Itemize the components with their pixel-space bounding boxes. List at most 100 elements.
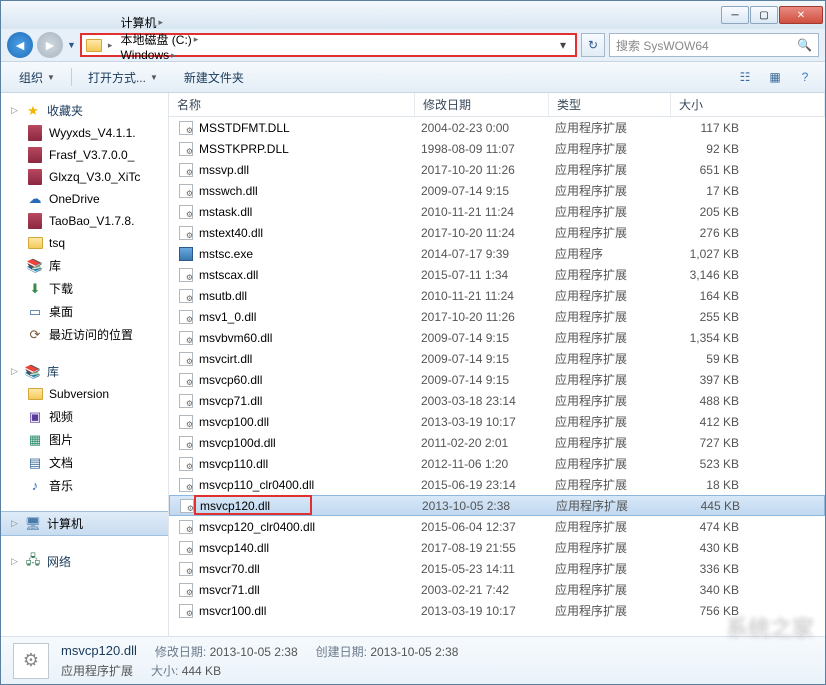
breadcrumb-sep[interactable]: ▸ (106, 40, 115, 51)
close-button[interactable]: ✕ (779, 6, 823, 24)
file-row[interactable]: msvcp120_clr0400.dll2015-06-04 12:37应用程序… (169, 516, 825, 537)
file-icon (177, 456, 195, 472)
file-name: msvcp120_clr0400.dll (195, 520, 421, 534)
organize-button[interactable]: 组织▼ (9, 65, 65, 90)
file-row[interactable]: msswch.dll2009-07-14 9:15应用程序扩展17 KB (169, 180, 825, 201)
sidebar-network[interactable]: ▷🖧网络 (1, 550, 168, 573)
sidebar-item[interactable]: TaoBao_V1.7.8. (1, 210, 168, 232)
file-name: msvcp71.dll (195, 394, 421, 408)
back-button[interactable]: ◄ (7, 32, 33, 58)
file-row[interactable]: MSSTDFMT.DLL2004-02-23 0:00应用程序扩展117 KB (169, 117, 825, 138)
file-type: 应用程序扩展 (555, 329, 677, 346)
sidebar-item[interactable]: ⬇下载 (1, 277, 168, 300)
file-size: 255 KB (677, 310, 747, 324)
file-row[interactable]: msv1_0.dll2017-10-20 11:26应用程序扩展255 KB (169, 306, 825, 327)
sidebar-item[interactable]: ⟳最近访问的位置 (1, 323, 168, 346)
address-bar[interactable]: ▸ 计算机 ▸本地磁盘 (C:) ▸Windows ▸SysWOW64 ▸ ▾ (80, 33, 577, 57)
file-row[interactable]: msvcirt.dll2009-07-14 9:15应用程序扩展59 KB (169, 348, 825, 369)
sidebar-item[interactable]: Wyyxds_V4.1.1. (1, 122, 168, 144)
file-row[interactable]: msvcr100.dll2013-03-19 10:17应用程序扩展756 KB (169, 600, 825, 621)
file-row[interactable]: mstsc.exe2014-07-17 9:39应用程序1,027 KB (169, 243, 825, 264)
details-file-icon: ⚙ (13, 643, 49, 679)
file-size: 164 KB (677, 289, 747, 303)
sidebar-computer[interactable]: ▷🖥计算机 (1, 511, 168, 536)
file-row[interactable]: MSSTKPRP.DLL1998-08-09 11:07应用程序扩展92 KB (169, 138, 825, 159)
forward-button[interactable]: ► (37, 32, 63, 58)
file-row[interactable]: msvcp110.dll2012-11-06 1:20应用程序扩展523 KB (169, 453, 825, 474)
details-filename: msvcp120.dll (61, 643, 137, 660)
history-dropdown-icon[interactable]: ▼ (67, 40, 76, 50)
file-row[interactable]: msvcp71.dll2003-03-18 23:14应用程序扩展488 KB (169, 390, 825, 411)
breadcrumb-本地磁盘 (C:)[interactable]: 本地磁盘 (C:) ▸ (118, 31, 200, 48)
address-dropdown-icon[interactable]: ▾ (555, 38, 571, 52)
file-row[interactable]: msvcp100d.dll2011-02-20 2:01应用程序扩展727 KB (169, 432, 825, 453)
sidebar-head-收藏夹[interactable]: ▷★收藏夹 (1, 99, 168, 122)
sidebar-item[interactable]: tsq (1, 232, 168, 254)
file-row[interactable]: msutb.dll2010-11-21 11:24应用程序扩展164 KB (169, 285, 825, 306)
file-icon (177, 162, 195, 178)
file-icon (177, 120, 195, 136)
file-row[interactable]: msvcp110_clr0400.dll2015-06-19 23:14应用程序… (169, 474, 825, 495)
column-headers: 名称 修改日期 类型 大小 (169, 93, 825, 117)
file-name: MSSTKPRP.DLL (195, 142, 421, 156)
sidebar-item[interactable]: Frasf_V3.7.0.0_ (1, 144, 168, 166)
file-icon (177, 414, 195, 430)
sidebar-head-库[interactable]: ▷📚库 (1, 360, 168, 383)
file-date: 2017-10-20 11:26 (421, 163, 555, 177)
col-date[interactable]: 修改日期 (415, 93, 549, 116)
sidebar-item[interactable]: ▦图片 (1, 428, 168, 451)
minimize-button[interactable]: ─ (721, 6, 749, 24)
file-row[interactable]: msvcr70.dll2015-05-23 14:11应用程序扩展336 KB (169, 558, 825, 579)
sidebar-item[interactable]: ▭桌面 (1, 300, 168, 323)
file-name: msvcr71.dll (195, 583, 421, 597)
breadcrumb-计算机[interactable]: 计算机 ▸ (118, 14, 200, 31)
sidebar-item[interactable]: 📚库 (1, 254, 168, 277)
file-size: 340 KB (677, 583, 747, 597)
file-row[interactable]: mstscax.dll2015-07-11 1:34应用程序扩展3,146 KB (169, 264, 825, 285)
file-size: 17 KB (677, 184, 747, 198)
file-type: 应用程序扩展 (555, 371, 677, 388)
file-name: msvcr70.dll (195, 562, 421, 576)
maximize-button[interactable]: ▢ (750, 6, 778, 24)
file-date: 2003-03-18 23:14 (421, 394, 555, 408)
sidebar-item[interactable]: Glxzq_V3.0_XiTc (1, 166, 168, 188)
file-row[interactable]: msvbvm60.dll2009-07-14 9:15应用程序扩展1,354 K… (169, 327, 825, 348)
file-row[interactable]: mstext40.dll2017-10-20 11:24应用程序扩展276 KB (169, 222, 825, 243)
file-row[interactable]: msvcp100.dll2013-03-19 10:17应用程序扩展412 KB (169, 411, 825, 432)
toolbar: 组织▼ 打开方式...▼ 新建文件夹 ☷ ▦ ? (1, 61, 825, 93)
search-input[interactable]: 搜索 SysWOW64 🔍 (609, 33, 819, 57)
breadcrumb-Windows[interactable]: Windows ▸ (118, 48, 200, 62)
sidebar-item[interactable]: ▣视频 (1, 405, 168, 428)
col-name[interactable]: 名称 (169, 93, 415, 116)
file-row[interactable]: mstask.dll2010-11-21 11:24应用程序扩展205 KB (169, 201, 825, 222)
file-row[interactable]: msvcp60.dll2009-07-14 9:15应用程序扩展397 KB (169, 369, 825, 390)
col-size[interactable]: 大小 (671, 93, 825, 116)
file-type: 应用程序扩展 (555, 266, 677, 283)
new-folder-button[interactable]: 新建文件夹 (174, 65, 254, 90)
file-name: mstscax.dll (195, 268, 421, 282)
file-list[interactable]: MSSTDFMT.DLL2004-02-23 0:00应用程序扩展117 KBM… (169, 117, 825, 636)
file-type: 应用程序扩展 (555, 182, 677, 199)
file-date: 2011-02-20 2:01 (421, 436, 555, 450)
file-date: 2010-11-21 11:24 (421, 205, 555, 219)
file-row[interactable]: msvcp120.dll2013-10-05 2:38应用程序扩展445 KB (169, 495, 825, 516)
help-icon[interactable]: ? (793, 66, 817, 88)
file-size: 474 KB (677, 520, 747, 534)
file-icon (177, 372, 195, 388)
file-icon (177, 519, 195, 535)
view-options-icon[interactable]: ☷ (733, 66, 757, 88)
file-row[interactable]: mssvp.dll2017-10-20 11:26应用程序扩展651 KB (169, 159, 825, 180)
file-icon (177, 141, 195, 157)
sidebar-item[interactable]: Subversion (1, 383, 168, 405)
file-date: 2015-06-04 12:37 (421, 520, 555, 534)
sidebar-item[interactable]: ☁OneDrive (1, 188, 168, 210)
file-row[interactable]: msvcp140.dll2017-08-19 21:55应用程序扩展430 KB (169, 537, 825, 558)
col-type[interactable]: 类型 (549, 93, 671, 116)
file-date: 2004-02-23 0:00 (421, 121, 555, 135)
file-row[interactable]: msvcr71.dll2003-02-21 7:42应用程序扩展340 KB (169, 579, 825, 600)
open-with-button[interactable]: 打开方式...▼ (78, 65, 168, 90)
preview-pane-icon[interactable]: ▦ (763, 66, 787, 88)
sidebar-item[interactable]: ♪音乐 (1, 474, 168, 497)
refresh-button[interactable]: ↻ (581, 33, 605, 57)
sidebar-item[interactable]: ▤文档 (1, 451, 168, 474)
